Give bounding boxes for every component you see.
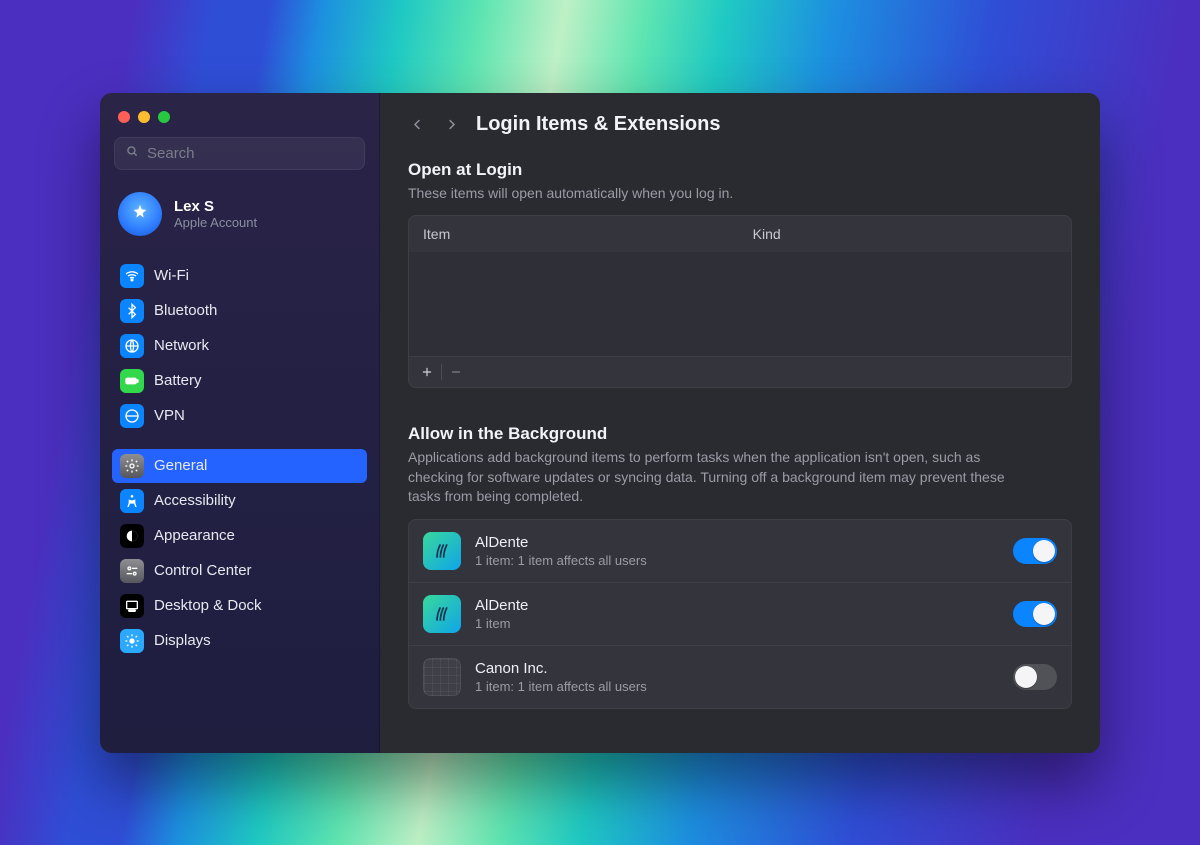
login-items-body[interactable] [409, 252, 1071, 356]
sidebar-item-label: Wi-Fi [154, 267, 189, 284]
account-row[interactable]: Lex S Apple Account [108, 186, 371, 252]
background-item-row: AlDente 1 item: 1 item affects all users [409, 520, 1071, 582]
bluetooth-icon [120, 299, 144, 323]
background-item-sub: 1 item: 1 item affects all users [475, 553, 999, 568]
sidebar-item-controlcenter[interactable]: Control Center [112, 554, 367, 588]
sidebar-item-general[interactable]: General [112, 449, 367, 483]
sidebar-item-wifi[interactable]: Wi-Fi [112, 259, 367, 293]
sidebar-item-label: General [154, 457, 207, 474]
sidebar-item-bluetooth[interactable]: Bluetooth [112, 294, 367, 328]
search-input[interactable] [147, 145, 354, 162]
remove-login-item-button[interactable] [442, 361, 470, 383]
wifi-icon [120, 264, 144, 288]
search-field[interactable] [114, 137, 365, 170]
background-item-row: AlDente 1 item [409, 582, 1071, 645]
search-icon [125, 144, 139, 163]
background-item-toggle[interactable] [1013, 538, 1057, 564]
sidebar-nav: Wi-Fi Bluetooth Network Battery [108, 252, 371, 665]
login-items-table: Item Kind [408, 215, 1072, 388]
sidebar-item-label: Accessibility [154, 492, 236, 509]
back-button[interactable] [408, 115, 426, 133]
account-subtitle: Apple Account [174, 215, 257, 230]
settings-window: Lex S Apple Account Wi-Fi Bluetooth [100, 93, 1100, 753]
sidebar-item-displays[interactable]: Displays [112, 624, 367, 658]
background-item-name: AlDente [475, 534, 999, 551]
login-items-header: Item Kind [409, 216, 1071, 252]
sidebar-item-label: Desktop & Dock [154, 597, 262, 614]
sidebar-item-vpn[interactable]: VPN [112, 399, 367, 433]
page-title: Login Items & Extensions [476, 113, 720, 136]
globe-icon [120, 334, 144, 358]
sidebar-item-desktopdock[interactable]: Desktop & Dock [112, 589, 367, 623]
background-heading: Allow in the Background [408, 424, 1072, 444]
sidebar-item-label: Appearance [154, 527, 235, 544]
account-name: Lex S [174, 198, 257, 215]
app-icon [423, 532, 461, 570]
content-pane: Login Items & Extensions Open at Login T… [380, 93, 1100, 753]
window-controls [108, 99, 371, 137]
minimize-window-button[interactable] [138, 111, 150, 123]
app-icon [423, 595, 461, 633]
background-item-sub: 1 item: 1 item affects all users [475, 679, 999, 694]
app-icon [423, 658, 461, 696]
sidebar-item-label: VPN [154, 407, 185, 424]
sidebar-item-appearance[interactable]: Appearance [112, 519, 367, 553]
accessibility-icon [120, 489, 144, 513]
avatar [118, 192, 162, 236]
background-description: Applications add background items to per… [408, 448, 1018, 507]
desktop-dock-icon [120, 594, 144, 618]
displays-icon [120, 629, 144, 653]
sidebar-item-accessibility[interactable]: Accessibility [112, 484, 367, 518]
background-item-toggle[interactable] [1013, 601, 1057, 627]
sidebar-item-label: Network [154, 337, 209, 354]
add-login-item-button[interactable] [413, 361, 441, 383]
sidebar-item-label: Battery [154, 372, 202, 389]
background-item-row: Canon Inc. 1 item: 1 item affects all us… [409, 645, 1071, 708]
background-item-name: AlDente [475, 597, 999, 614]
control-center-icon [120, 559, 144, 583]
column-item: Item [423, 226, 753, 242]
sidebar-item-battery[interactable]: Battery [112, 364, 367, 398]
fullscreen-window-button[interactable] [158, 111, 170, 123]
sidebar-item-label: Bluetooth [154, 302, 217, 319]
sidebar: Lex S Apple Account Wi-Fi Bluetooth [100, 93, 380, 753]
open-at-login-description: These items will open automatically when… [408, 184, 1018, 204]
gear-icon [120, 454, 144, 478]
column-kind: Kind [753, 226, 1057, 242]
background-items-list: AlDente 1 item: 1 item affects all users… [408, 519, 1072, 709]
sidebar-item-label: Displays [154, 632, 211, 649]
open-at-login-heading: Open at Login [408, 160, 1072, 180]
close-window-button[interactable] [118, 111, 130, 123]
sidebar-item-network[interactable]: Network [112, 329, 367, 363]
background-item-name: Canon Inc. [475, 660, 999, 677]
login-items-footer [409, 356, 1071, 387]
forward-button[interactable] [442, 115, 460, 133]
sidebar-item-label: Control Center [154, 562, 252, 579]
appearance-icon [120, 524, 144, 548]
background-item-toggle[interactable] [1013, 664, 1057, 690]
content-header: Login Items & Extensions [380, 93, 1100, 152]
background-item-sub: 1 item [475, 616, 999, 631]
vpn-icon [120, 404, 144, 428]
battery-icon [120, 369, 144, 393]
